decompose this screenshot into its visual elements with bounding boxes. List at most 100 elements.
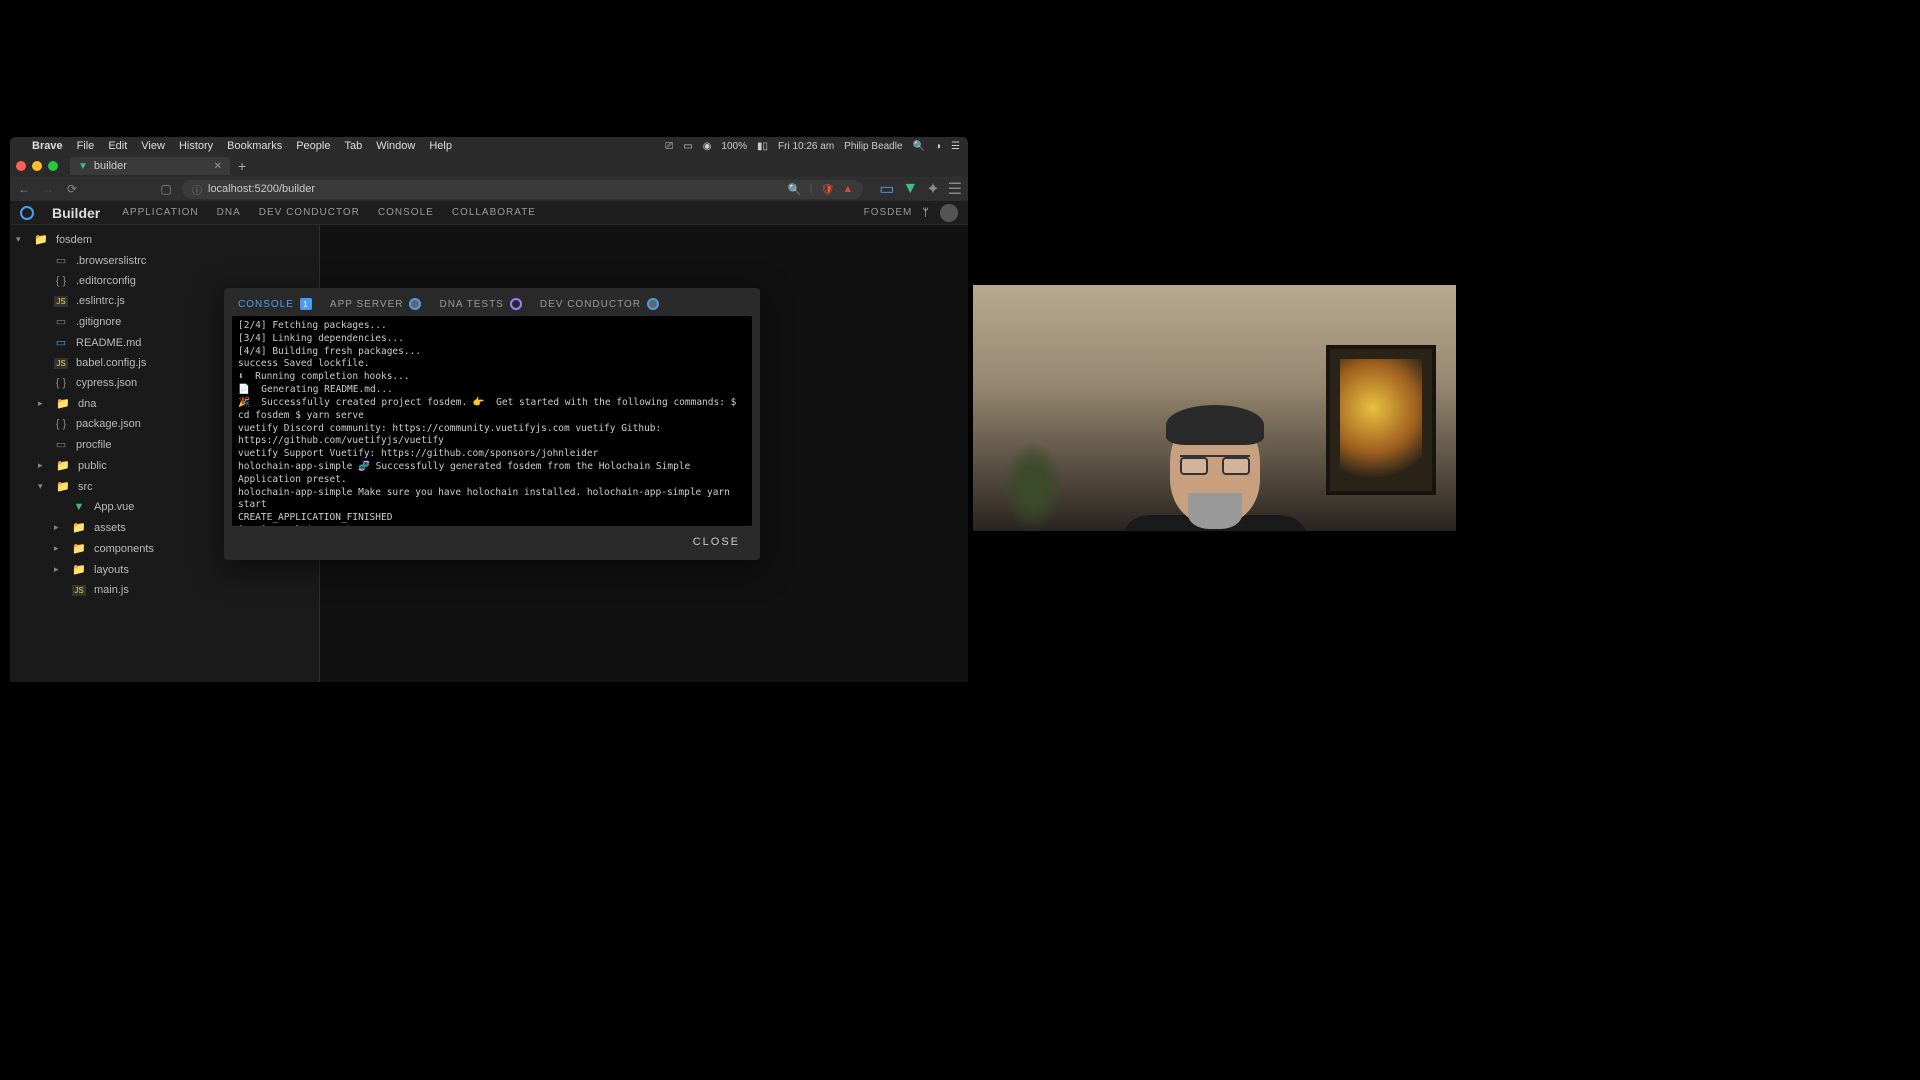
- json-file-icon: { }: [54, 377, 68, 389]
- dialog-tab-label: CONSOLE: [238, 299, 294, 310]
- spotlight-icon[interactable]: 🔍: [913, 141, 925, 152]
- console-dialog: CONSOLE 1 APP SERVER DNA TESTS DEV CONDUCTOR…: [224, 288, 760, 560]
- menubar-time[interactable]: Fri 10:26 am: [778, 141, 834, 152]
- app-brand: Builder: [52, 205, 100, 221]
- menu-tab[interactable]: Tab: [344, 140, 362, 152]
- site-info-icon[interactable]: ⓘ: [192, 182, 202, 197]
- branch-label[interactable]: FOSDEM: [864, 207, 913, 218]
- status-circle-icon: [409, 298, 421, 310]
- menu-edit[interactable]: Edit: [108, 140, 127, 152]
- menubar-hamburger-icon[interactable]: ☰: [951, 141, 960, 152]
- file-icon: ▭: [54, 438, 68, 451]
- tree-item-label: main.js: [94, 584, 129, 596]
- tree-item-label: src: [78, 481, 93, 493]
- menu-file[interactable]: File: [77, 140, 95, 152]
- extension-icons: ▭ ▼ ✦ ☰: [879, 179, 962, 199]
- window-minimize-button[interactable]: [32, 161, 42, 171]
- nav-reload-button[interactable]: ⟳: [64, 182, 80, 196]
- status-circle-icon: [647, 298, 659, 310]
- tree-item-label: .gitignore: [76, 316, 121, 328]
- zoom-icon[interactable]: 🔍: [788, 183, 802, 196]
- menu-window[interactable]: Window: [376, 140, 415, 152]
- console-line: https://github.com/vuetifyjs/vuetify: [238, 435, 746, 448]
- nav-console[interactable]: CONSOLE: [378, 207, 434, 218]
- app-header: Builder APPLICATION DNA DEV CONDUCTOR CO…: [10, 201, 968, 225]
- git-branch-icon[interactable]: ᛘ: [922, 207, 930, 219]
- dialog-tab-dna-tests[interactable]: DNA TESTS: [439, 298, 521, 310]
- screenshare-icon[interactable]: ⎚: [665, 141, 673, 152]
- tab-badge-icon: 1: [300, 298, 312, 310]
- warning-icon[interactable]: ▲: [842, 183, 853, 195]
- menu-people[interactable]: People: [296, 140, 330, 152]
- markdown-file-icon: ▭: [54, 336, 68, 349]
- console-line: CREATE_APPLICATION_FINISHED: [238, 512, 746, 525]
- chevron-icon: ▸: [54, 564, 64, 575]
- tree-folder[interactable]: ▸📁layouts: [10, 559, 319, 580]
- nav-collaborate[interactable]: COLLABORATE: [452, 207, 536, 218]
- menu-bookmarks[interactable]: Bookmarks: [227, 140, 282, 152]
- folder-extension-icon[interactable]: ▭: [879, 179, 894, 199]
- new-tab-button[interactable]: +: [238, 158, 246, 174]
- tree-item-label: cypress.json: [76, 377, 137, 389]
- browser-tab-active[interactable]: ▼ builder ✕: [70, 157, 230, 175]
- browser-menu-icon[interactable]: ☰: [948, 179, 962, 199]
- dialog-tab-label: APP SERVER: [330, 299, 404, 310]
- user-avatar[interactable]: [940, 204, 958, 222]
- bookmark-button[interactable]: ▢: [158, 182, 174, 196]
- tree-root-folder[interactable]: ▾ 📁 fosdem: [10, 229, 319, 250]
- tree-item-label: dna: [78, 398, 96, 410]
- dialog-tab-app-server[interactable]: APP SERVER: [330, 298, 422, 310]
- control-center-icon[interactable]: ◑: [935, 141, 941, 152]
- file-icon: ▭: [54, 254, 68, 267]
- nav-application[interactable]: APPLICATION: [122, 207, 198, 218]
- chevron-icon: ▸: [38, 460, 48, 471]
- dialog-tab-label: DNA TESTS: [439, 299, 503, 310]
- dialog-tab-console[interactable]: CONSOLE 1: [238, 298, 312, 310]
- airplay-icon[interactable]: ▭: [683, 141, 692, 152]
- menubar-app-name[interactable]: Brave: [32, 140, 63, 152]
- window-close-button[interactable]: [16, 161, 26, 171]
- chevron-icon: ▸: [38, 398, 48, 409]
- browser-tab-strip: ▼ builder ✕ +: [10, 155, 968, 177]
- menu-view[interactable]: View: [141, 140, 165, 152]
- dialog-tab-label: DEV CONDUCTOR: [540, 299, 641, 310]
- tree-file[interactable]: JSmain.js: [10, 580, 319, 600]
- window-zoom-button[interactable]: [48, 161, 58, 171]
- tree-file[interactable]: ▭ .browserslistrc: [10, 250, 319, 271]
- console-line: [3/4] Linking dependencies...: [238, 333, 746, 346]
- nav-forward-button[interactable]: →: [40, 182, 56, 196]
- tree-item-label: public: [78, 460, 107, 472]
- battery-percent: 100%: [721, 141, 747, 152]
- console-line: success Saved lockfile.: [238, 358, 746, 371]
- folder-icon: 📁: [56, 480, 70, 493]
- builder-logo-icon: [20, 206, 34, 220]
- console-line: [2/4] Fetching packages...: [238, 320, 746, 333]
- painting-decor: [1326, 345, 1436, 495]
- tree-item-label: components: [94, 543, 154, 555]
- dialog-tab-dev-conductor[interactable]: DEV CONDUCTOR: [540, 298, 659, 310]
- close-button[interactable]: CLOSE: [693, 536, 740, 548]
- console-line: holochain-app-simple 🧬 Successfully gene…: [238, 461, 746, 487]
- console-output[interactable]: [2/4] Fetching packages...[3/4] Linking …: [232, 316, 752, 526]
- menu-history[interactable]: History: [179, 140, 213, 152]
- vue-devtools-icon[interactable]: ▼: [902, 180, 918, 198]
- tree-item-label: .editorconfig: [76, 275, 136, 287]
- brave-shield-icon[interactable]: 🛡: [820, 183, 834, 196]
- window-controls: [16, 161, 58, 171]
- nav-dev-conductor[interactable]: DEV CONDUCTOR: [259, 207, 360, 218]
- wifi-icon[interactable]: ◉: [703, 141, 712, 152]
- chevron-icon: ▾: [38, 481, 48, 492]
- console-line: [4/4] Building fresh packages...: [238, 346, 746, 359]
- editor-area: CONSOLE1APP SERVERDNA TESTSDEV CONDUCTOR…: [320, 225, 968, 682]
- address-bar[interactable]: ⓘ localhost:5200/builder 🔍 | 🛡 ▲: [182, 180, 863, 199]
- extensions-puzzle-icon[interactable]: ✦: [926, 179, 939, 199]
- tree-item-label: .eslintrc.js: [76, 295, 125, 307]
- menubar-user[interactable]: Philip Beadle: [844, 141, 902, 152]
- divider: |: [810, 183, 813, 195]
- nav-dna[interactable]: DNA: [217, 207, 241, 218]
- file-icon: ▭: [54, 315, 68, 328]
- tab-close-icon[interactable]: ✕: [214, 161, 222, 172]
- nav-back-button[interactable]: ←: [16, 182, 32, 196]
- menu-help[interactable]: Help: [429, 140, 452, 152]
- tree-item-label: .browserslistrc: [76, 255, 146, 267]
